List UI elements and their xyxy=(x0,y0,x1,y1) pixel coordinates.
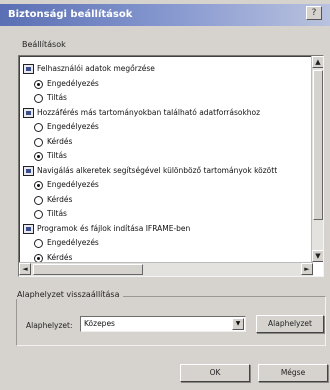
row-label: Kérdés xyxy=(47,252,73,262)
setting-option[interactable]: Tiltás xyxy=(21,207,311,222)
setting-category-icon xyxy=(23,64,34,74)
radio-button[interactable] xyxy=(34,239,43,248)
cancel-button[interactable]: Mégse xyxy=(258,364,328,382)
setting-option[interactable]: Engedélyezés xyxy=(21,178,311,193)
radio-button[interactable] xyxy=(34,94,43,103)
radio-button[interactable] xyxy=(34,137,43,147)
ok-button[interactable]: OK xyxy=(180,364,250,382)
row-label: Kérdés xyxy=(47,194,73,204)
row-label: Engedélyezés xyxy=(47,78,99,88)
setting-option[interactable]: Kérdés xyxy=(21,135,311,150)
row-label: Engedélyezés xyxy=(47,238,99,247)
vertical-scroll-thumb[interactable] xyxy=(313,70,323,220)
row-label: Tiltás xyxy=(47,151,67,160)
reset-button[interactable]: Alaphelyzet xyxy=(256,315,324,333)
horizontal-scrollbar[interactable]: ◄ ► xyxy=(19,262,313,276)
reset-level-select[interactable]: Közepes ▼ xyxy=(80,316,246,332)
horizontal-scroll-thumb[interactable] xyxy=(33,264,143,275)
row-label: Tiltás xyxy=(47,93,67,102)
setting-option[interactable]: Engedélyezés xyxy=(21,77,311,92)
radio-button[interactable] xyxy=(34,195,43,205)
row-label: Kérdés xyxy=(47,136,73,146)
security-settings-dialog: Biztonsági beállítások ? Beállítások Fel… xyxy=(0,0,330,390)
radio-button[interactable] xyxy=(34,181,43,190)
radio-button[interactable] xyxy=(34,123,43,132)
setting-category: Navigálás alkeretek segítségével különbö… xyxy=(21,164,311,179)
setting-category: Programok és fájlok indítása IFRAME-ben xyxy=(21,222,311,237)
radio-button[interactable] xyxy=(34,210,43,219)
scroll-right-button[interactable]: ► xyxy=(301,263,313,275)
setting-option[interactable]: Tiltás xyxy=(21,149,311,164)
radio-button[interactable] xyxy=(34,79,43,89)
setting-category-icon xyxy=(23,223,34,234)
scroll-up-button[interactable]: ▲ xyxy=(312,56,323,68)
row-label: Tiltás xyxy=(47,209,67,218)
scroll-left-button[interactable]: ◄ xyxy=(19,263,31,275)
row-label: Programok és fájlok indítása IFRAME-ben xyxy=(37,223,191,233)
setting-option[interactable]: Engedélyezés xyxy=(21,120,311,135)
row-label: Navigálás alkeretek segítségével különbö… xyxy=(37,165,278,175)
setting-option[interactable]: Engedélyezés xyxy=(21,236,311,251)
row-label: Engedélyezés xyxy=(47,122,99,131)
row-label: Hozzáférés más tartományokban található … xyxy=(37,107,261,117)
vertical-scrollbar[interactable]: ▲ ▼ xyxy=(311,56,323,262)
setting-option[interactable]: Kérdés xyxy=(21,193,311,208)
row-label: Engedélyezés xyxy=(47,180,99,189)
settings-list: Felhasználói adatok megőrzése Engedélyezé… xyxy=(21,62,311,265)
setting-category: Hozzáférés más tartományokban található … xyxy=(21,106,311,121)
help-button[interactable]: ? xyxy=(306,6,322,20)
settings-label: Beállítások xyxy=(22,40,66,49)
title-bar: Biztonsági beállítások xyxy=(0,4,330,26)
setting-category-icon xyxy=(23,165,34,176)
settings-tree[interactable]: Felhasználói adatok megőrzése Engedélyezé… xyxy=(18,55,324,277)
reset-level-value: Közepes xyxy=(84,319,115,328)
setting-option[interactable]: Tiltás xyxy=(21,91,311,106)
setting-category-icon xyxy=(23,107,34,118)
reset-group-title: Alaphelyzet visszaállítása xyxy=(14,290,123,299)
scroll-down-button[interactable]: ▼ xyxy=(312,250,323,262)
radio-button[interactable] xyxy=(34,152,43,161)
row-label: Felhasználói adatok megőrzése xyxy=(37,64,155,73)
chevron-down-icon[interactable]: ▼ xyxy=(232,318,244,330)
setting-category: Felhasználói adatok megőrzése xyxy=(21,62,311,77)
reset-level-label: Alaphelyzet: xyxy=(26,321,73,330)
dialog-title: Biztonsági beállítások xyxy=(8,9,133,20)
